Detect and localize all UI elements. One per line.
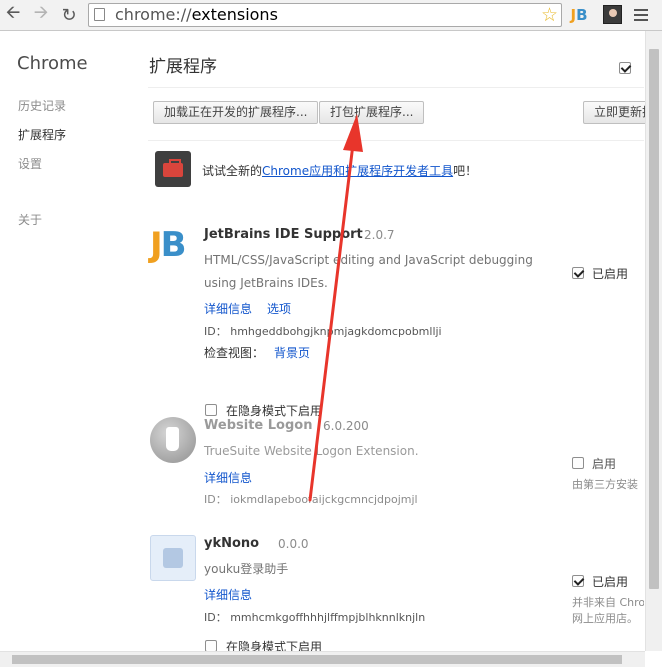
jetbrains-extension-icon[interactable]: JB	[568, 5, 590, 25]
sidebar-item-extensions[interactable]: 扩展程序	[18, 126, 66, 143]
reload-icon: ↻	[61, 4, 77, 26]
details-link[interactable]: 详细信息	[204, 586, 252, 603]
page-icon	[94, 8, 105, 21]
arrow-left-icon: 🡨	[5, 2, 21, 23]
avatar-icon[interactable]	[603, 5, 622, 24]
extension-id: ID： mmhcmkgoffhhhjlffmpjblhknnlknjln	[204, 609, 425, 625]
dev-tools-link[interactable]: Chrome应用和扩展程序开发者工具	[262, 164, 453, 178]
vertical-scroll-thumb[interactable]	[649, 49, 659, 589]
sidebar-item-about[interactable]: 关于	[18, 211, 42, 228]
extension-version: 6.0.200	[323, 419, 369, 433]
sidebar-item-history[interactable]: 历史记录	[18, 97, 66, 114]
extension-description: youku登录助手	[204, 562, 289, 576]
incognito-label: 在隐身模式下启用	[226, 404, 323, 418]
enable-checkbox[interactable]	[572, 575, 584, 587]
extension-name: ykNono	[204, 536, 260, 551]
star-icon[interactable]: ☆	[541, 4, 558, 26]
forward-button[interactable]: 🡪	[28, 0, 54, 30]
id-label: ID：	[204, 493, 227, 506]
enable-checkbox[interactable]	[572, 267, 584, 279]
sidebar-item-settings[interactable]: 设置	[18, 155, 42, 172]
menu-icon[interactable]	[634, 6, 648, 24]
enable-label: 已启用	[592, 267, 629, 281]
details-link[interactable]: 详细信息	[204, 300, 252, 317]
third-party-note: 由第三方安装	[572, 478, 638, 491]
back-button[interactable]: 🡨	[0, 0, 26, 30]
id-value: iokmdlapeboofaijckgcmncjdpojmjl	[230, 493, 418, 506]
main-content: 扩展程序 加载正在开发的扩展程序... 打包扩展程序... 立即更新扩 试试全新…	[148, 31, 653, 654]
options-link[interactable]: 选项	[267, 300, 291, 317]
horizontal-scroll-thumb[interactable]	[12, 655, 622, 664]
extension-id: ID： hmhgeddbohgjknpmjagkdomcpobmllji	[204, 323, 442, 339]
horizontal-scrollbar[interactable]	[0, 651, 645, 667]
sidebar: Chrome 历史记录 扩展程序 设置 关于	[0, 31, 135, 651]
enable-label: 已启用	[592, 575, 629, 589]
promo-prefix: 试试全新的	[202, 164, 263, 178]
url-host: extensions	[191, 5, 278, 24]
reload-button[interactable]: ↻	[56, 0, 82, 30]
pack-extension-button[interactable]: 打包扩展程序...	[319, 101, 425, 124]
divider	[148, 140, 644, 141]
update-now-button[interactable]: 立即更新扩	[583, 101, 653, 124]
enable-checkbox[interactable]	[572, 457, 584, 469]
id-value: mmhcmkgoffhhhjlffmpjblhknnlknjln	[230, 611, 426, 624]
inspect-views-label: 检查视图：	[204, 346, 265, 360]
load-unpacked-button[interactable]: 加载正在开发的扩展程序...	[153, 101, 319, 124]
extension-description: HTML/CSS/JavaScript editing and JavaScri…	[204, 253, 533, 290]
jb-badge-b: B	[576, 6, 588, 24]
id-value: hmhgeddbohgjknpmjagkdomcpobmllji	[230, 325, 442, 338]
id-label: ID：	[204, 325, 227, 338]
incognito-checkbox[interactable]	[205, 404, 217, 416]
extension-version: 2.0.7	[364, 228, 395, 242]
vertical-scrollbar[interactable]	[645, 31, 662, 651]
divider	[148, 87, 644, 88]
browser-toolbar: 🡨 🡪 ↻ chrome://extensions ☆ JB	[0, 0, 662, 31]
address-bar[interactable]: chrome://extensions ☆	[88, 3, 562, 27]
extension-name: JetBrains IDE Support	[204, 227, 363, 242]
extension-description: TrueSuite Website Logon Extension.	[204, 444, 419, 458]
id-label: ID：	[204, 611, 227, 624]
jetbrains-logo-icon: JB	[150, 225, 187, 265]
toolbox-icon	[155, 151, 191, 187]
enable-label: 启用	[592, 457, 617, 471]
extension-name: Website Logon	[204, 418, 313, 433]
arrow-right-icon: 🡪	[33, 2, 49, 23]
puzzle-icon	[150, 535, 196, 581]
not-from-store-note-1: 并非来自 Chro	[572, 596, 644, 609]
extension-version: 0.0.0	[278, 537, 309, 551]
background-page-link[interactable]: 背景页	[274, 344, 310, 361]
url-text[interactable]: chrome://extensions	[115, 5, 278, 25]
extension-id: ID： iokmdlapeboofaijckgcmncjdpojmjl	[204, 491, 418, 507]
developer-mode-checkbox[interactable]	[619, 62, 631, 74]
promo-suffix: 吧！	[453, 164, 478, 178]
details-link[interactable]: 详细信息	[204, 469, 252, 486]
page-title: 扩展程序	[149, 57, 217, 77]
url-scheme: chrome://	[115, 5, 192, 24]
hand-logo-icon	[150, 417, 196, 463]
not-from-store-note-2: 网上应用店。	[572, 612, 638, 625]
promo-text: 试试全新的Chrome应用和扩展程序开发者工具吧！	[202, 162, 477, 179]
sidebar-brand: Chrome	[17, 53, 88, 74]
